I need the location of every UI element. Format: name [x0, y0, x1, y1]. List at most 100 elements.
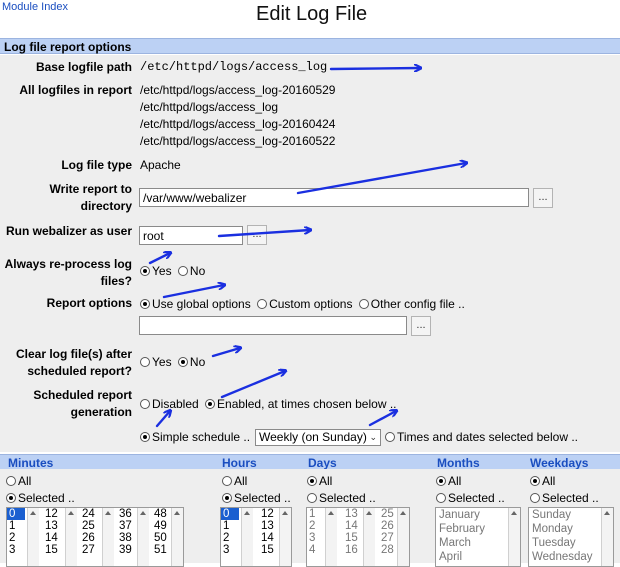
sched-disabled-label: Disabled [152, 397, 199, 411]
clear-yes-radio[interactable] [140, 357, 150, 367]
weekdays-all-radio[interactable] [530, 476, 540, 486]
list-item[interactable]: 25 [80, 520, 95, 532]
list-item[interactable]: 1 [307, 508, 315, 520]
sched-disabled-radio[interactable] [140, 399, 150, 409]
hours-all-radio[interactable] [222, 476, 232, 486]
list-item[interactable]: 0 [221, 508, 239, 520]
weekdays-listbox[interactable]: Sunday Monday Tuesday Wednesday [528, 507, 614, 567]
scrollbar[interactable] [241, 508, 253, 566]
list-item[interactable]: 3 [7, 544, 25, 556]
all-logfiles-label: All logfiles in report [19, 83, 132, 97]
weekdays-selected-radio[interactable] [530, 493, 540, 503]
scrollbar[interactable] [363, 508, 375, 566]
list-item[interactable]: 48 [152, 508, 167, 520]
scrollbar[interactable] [27, 508, 39, 566]
list-item[interactable]: 2 [307, 520, 315, 532]
minutes-selected-radio[interactable] [6, 493, 16, 503]
list-item[interactable]: 0 [7, 508, 25, 520]
scrollbar[interactable] [65, 508, 77, 566]
days-col: 25 26 27 28 [379, 508, 394, 556]
months-selected-radio[interactable] [436, 493, 446, 503]
list-item[interactable]: 26 [379, 520, 394, 532]
list-item[interactable]: 27 [379, 532, 394, 544]
clear-no-radio[interactable] [177, 357, 188, 367]
list-item[interactable]: 51 [152, 544, 167, 556]
report-other-radio[interactable] [358, 299, 369, 309]
clear-yes-label: Yes [152, 355, 172, 369]
list-item[interactable]: 39 [117, 544, 132, 556]
list-item[interactable]: 50 [152, 532, 167, 544]
scrollbar[interactable] [102, 508, 114, 566]
months-all-radio[interactable] [436, 476, 446, 486]
list-item[interactable]: 3 [307, 532, 315, 544]
sched-enabled-radio[interactable] [205, 399, 216, 409]
hours-selected-radio[interactable] [222, 493, 232, 503]
list-item[interactable]: 37 [117, 520, 132, 532]
simple-schedule-select[interactable]: Weekly (on Sunday) ⌄ [255, 429, 381, 446]
config-file-input[interactable] [139, 316, 407, 335]
list-item[interactable]: 16 [343, 544, 358, 556]
run-user-input[interactable]: root [139, 226, 243, 245]
minutes-listbox[interactable]: 0 1 2 3 12 13 14 15 24 25 26 27 36 37 38… [6, 507, 184, 567]
list-item[interactable]: 13 [343, 508, 358, 520]
write-dir-browse-button[interactable]: ... [533, 188, 553, 208]
list-item[interactable]: 2 [221, 532, 239, 544]
hours-listbox[interactable]: 0 1 2 3 12 13 14 15 [220, 507, 292, 567]
months-listbox[interactable]: January February March April [435, 507, 521, 567]
list-item[interactable]: 12 [43, 508, 58, 520]
list-item[interactable]: 2 [7, 532, 25, 544]
simple-schedule-radio[interactable] [140, 432, 150, 442]
scrollbar[interactable] [397, 508, 409, 566]
days-selected-radio[interactable] [307, 493, 317, 503]
list-item[interactable]: 12 [259, 508, 274, 520]
list-item[interactable]: 14 [343, 520, 358, 532]
days-listbox[interactable]: 1 2 3 4 13 14 15 16 25 26 27 28 [306, 507, 410, 567]
list-item[interactable]: 49 [152, 520, 167, 532]
minutes-selected-label: Selected .. [18, 491, 75, 505]
list-item[interactable]: 1 [7, 520, 25, 532]
run-user-browse-button[interactable]: ... [247, 225, 267, 245]
weekdays-header: Weekdays [530, 456, 589, 470]
report-global-radio[interactable] [140, 299, 150, 309]
list-item[interactable]: 27 [80, 544, 95, 556]
minutes-col: 36 37 38 39 [117, 508, 132, 556]
reprocess-label: Always re-process log files? [2, 256, 132, 290]
list-item[interactable]: 13 [43, 520, 58, 532]
days-all-radio[interactable] [307, 476, 317, 486]
list-item[interactable]: 24 [80, 508, 95, 520]
list-item[interactable]: 26 [80, 532, 95, 544]
list-item[interactable]: 15 [259, 544, 274, 556]
list-item[interactable]: 25 [379, 508, 394, 520]
scrollbar[interactable] [325, 508, 337, 566]
scrollbar[interactable] [508, 508, 520, 566]
list-item[interactable]: 36 [117, 508, 132, 520]
reprocess-yes-radio[interactable] [140, 266, 150, 276]
list-item[interactable]: 4 [307, 544, 315, 556]
list-item[interactable]: 38 [117, 532, 132, 544]
list-item[interactable]: 14 [43, 532, 58, 544]
list-item[interactable]: 14 [259, 532, 274, 544]
minutes-all-radio[interactable] [6, 476, 16, 486]
scrollbar[interactable] [601, 508, 613, 566]
simple-schedule-label: Simple schedule .. [152, 430, 251, 444]
config-file-browse-button[interactable]: ... [411, 316, 431, 336]
reprocess-no-radio[interactable] [177, 266, 188, 276]
report-custom-radio[interactable] [257, 299, 268, 309]
times-dates-radio[interactable] [385, 432, 395, 442]
write-dir-input[interactable]: /var/www/webalizer [139, 188, 529, 207]
hours-selected-label: Selected .. [234, 491, 291, 505]
scrollbar[interactable] [171, 508, 183, 566]
hours-header: Hours [222, 456, 257, 470]
list-item[interactable]: 1 [221, 520, 239, 532]
minutes-col: 0 1 2 3 [7, 508, 25, 556]
list-item[interactable]: 28 [379, 544, 394, 556]
list-item[interactable]: 15 [343, 532, 358, 544]
list-item[interactable]: 3 [221, 544, 239, 556]
clear-no-label: No [189, 355, 206, 369]
module-index-link[interactable]: Module Index [2, 1, 68, 13]
list-item[interactable]: 13 [259, 520, 274, 532]
scrollbar[interactable] [279, 508, 291, 566]
list-item[interactable]: 15 [43, 544, 58, 556]
days-col: 13 14 15 16 [343, 508, 358, 556]
scrollbar[interactable] [137, 508, 149, 566]
